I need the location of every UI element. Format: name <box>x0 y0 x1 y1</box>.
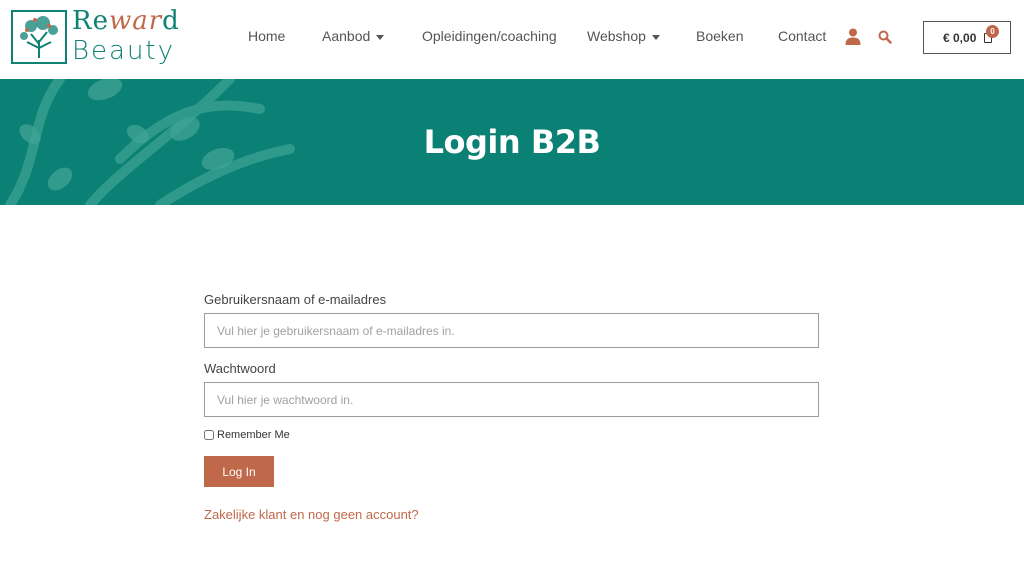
nav-home[interactable]: Home <box>248 28 285 44</box>
logo-word-beauty: Beauty <box>72 36 176 66</box>
nav-webshop[interactable]: Webshop <box>587 28 660 44</box>
login-button[interactable]: Log In <box>204 456 274 487</box>
password-label: Wachtwoord <box>204 361 276 376</box>
chevron-down-icon <box>651 34 660 40</box>
nav-aanbod-label: Aanbod <box>322 28 371 44</box>
nav-boeken[interactable]: Boeken <box>696 28 743 44</box>
nav-aanbod[interactable]: Aanbod <box>322 28 385 44</box>
search-icon[interactable] <box>878 30 892 44</box>
nav-opleidingen[interactable]: Opleidingen/coaching <box>422 28 557 44</box>
remember-me-label: Remember Me <box>217 429 290 441</box>
remember-me-checkbox[interactable] <box>204 430 214 440</box>
page-title: Login B2B <box>423 123 601 161</box>
username-label: Gebruikersnaam of e-mailadres <box>204 292 387 307</box>
cart-total: € 0,00 <box>943 31 977 45</box>
logo-word-reward: Reward <box>72 6 180 36</box>
username-input[interactable] <box>204 313 819 348</box>
nav-contact[interactable]: Contact <box>778 28 826 44</box>
cart-button[interactable]: € 0,00 0 <box>923 21 1011 54</box>
remember-me: Remember Me <box>204 429 819 441</box>
site-header: Reward Beauty Home Aanbod Opleidingen/co… <box>0 0 1024 79</box>
user-icon[interactable] <box>845 28 861 45</box>
logo[interactable]: Reward Beauty <box>11 8 181 68</box>
login-form: Gebruikersnaam of e-mailadres Wachtwoord… <box>204 292 819 522</box>
chevron-down-icon <box>376 34 385 40</box>
page-banner: Login B2B <box>0 79 1024 205</box>
nav-webshop-label: Webshop <box>587 28 646 44</box>
register-account-link[interactable]: Zakelijke klant en nog geen account? <box>204 507 819 522</box>
logo-tree-icon <box>11 10 67 64</box>
cart-count-badge: 0 <box>986 25 999 38</box>
password-input[interactable] <box>204 382 819 417</box>
